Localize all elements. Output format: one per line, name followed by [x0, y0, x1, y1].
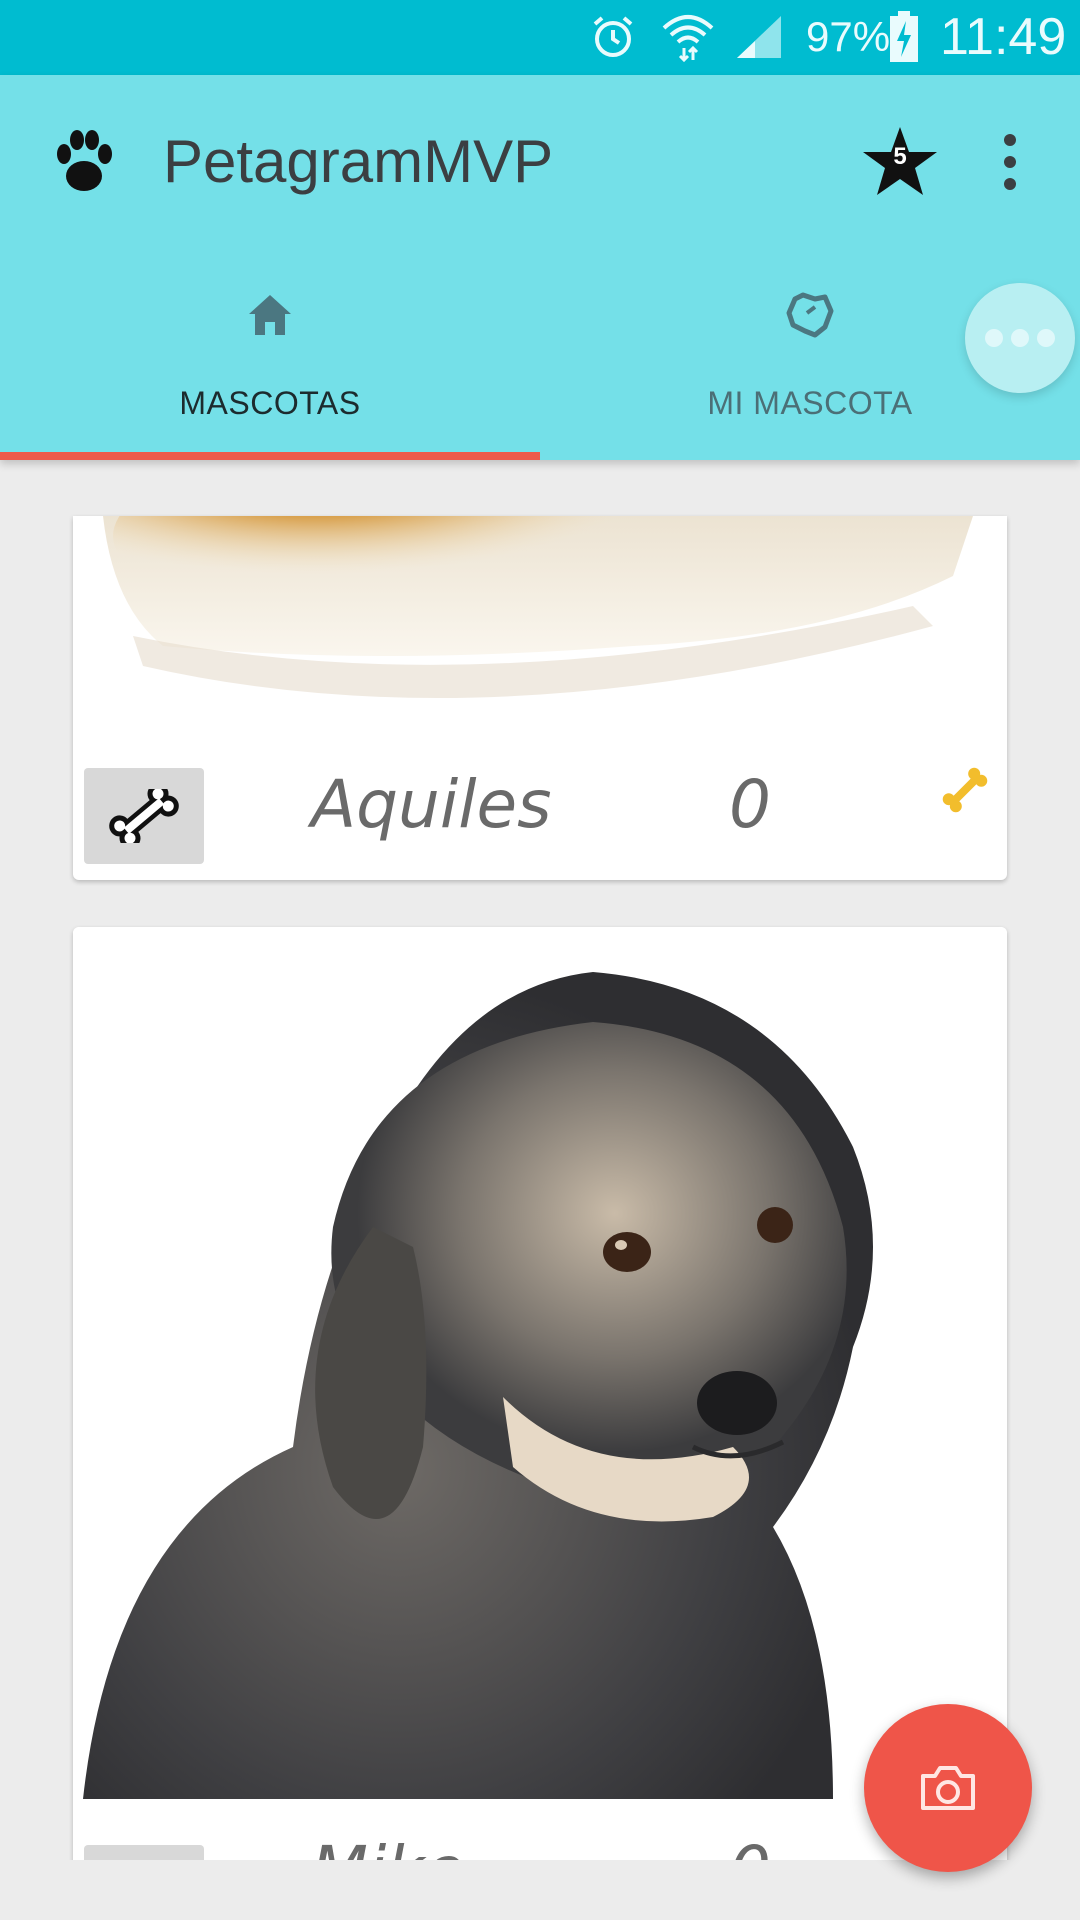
battery-charging-icon — [888, 8, 920, 66]
pet-photo — [73, 516, 1007, 786]
paw-icon — [52, 120, 116, 200]
tab-mascotas[interactable]: MASCOTAS — [0, 285, 540, 450]
pet-name: Aquiles — [311, 766, 552, 843]
tab-label-mi-mascota: MI MASCOTA — [707, 385, 913, 421]
bone-rating-icon — [935, 760, 995, 820]
camera-icon — [921, 1766, 975, 1810]
tab-label-mascotas: MASCOTAS — [179, 385, 361, 421]
clock: 11:49 — [940, 8, 1067, 66]
tab-indicator — [0, 452, 540, 460]
like-button[interactable] — [84, 1845, 204, 1860]
floating-chat-bubble[interactable] — [965, 283, 1075, 393]
favorites-button[interactable]: 5 — [860, 125, 940, 197]
alarm-icon — [586, 8, 640, 66]
pet-list[interactable]: Aquiles 0 — [0, 460, 1080, 1860]
dog-head-icon — [785, 291, 835, 339]
app-title: PetagramMVP — [163, 128, 554, 195]
more-vert-icon[interactable] — [990, 130, 1030, 194]
home-icon — [247, 293, 293, 337]
bottom-strip — [0, 1860, 1080, 1920]
pet-photo — [73, 927, 1007, 1799]
pet-likes-count: 0 — [729, 766, 771, 843]
pet-name: Mike — [311, 1832, 465, 1860]
status-bar: 97% 11:49 — [0, 0, 1080, 75]
pet-card: Mike 0 — [73, 927, 1007, 1860]
signal-icon — [734, 8, 784, 66]
camera-button[interactable] — [864, 1704, 1032, 1872]
like-button[interactable] — [84, 768, 204, 864]
pet-card: Aquiles 0 — [73, 516, 1007, 880]
bone-icon — [109, 789, 179, 843]
app-bar: PetagramMVP 5 MASCOTAS MI MASCOTA — [0, 75, 1080, 460]
pet-likes-count: 0 — [729, 1832, 771, 1860]
favorites-badge: 5 — [893, 143, 907, 170]
battery-percent: 97% — [806, 13, 891, 60]
wifi-icon — [660, 8, 716, 66]
